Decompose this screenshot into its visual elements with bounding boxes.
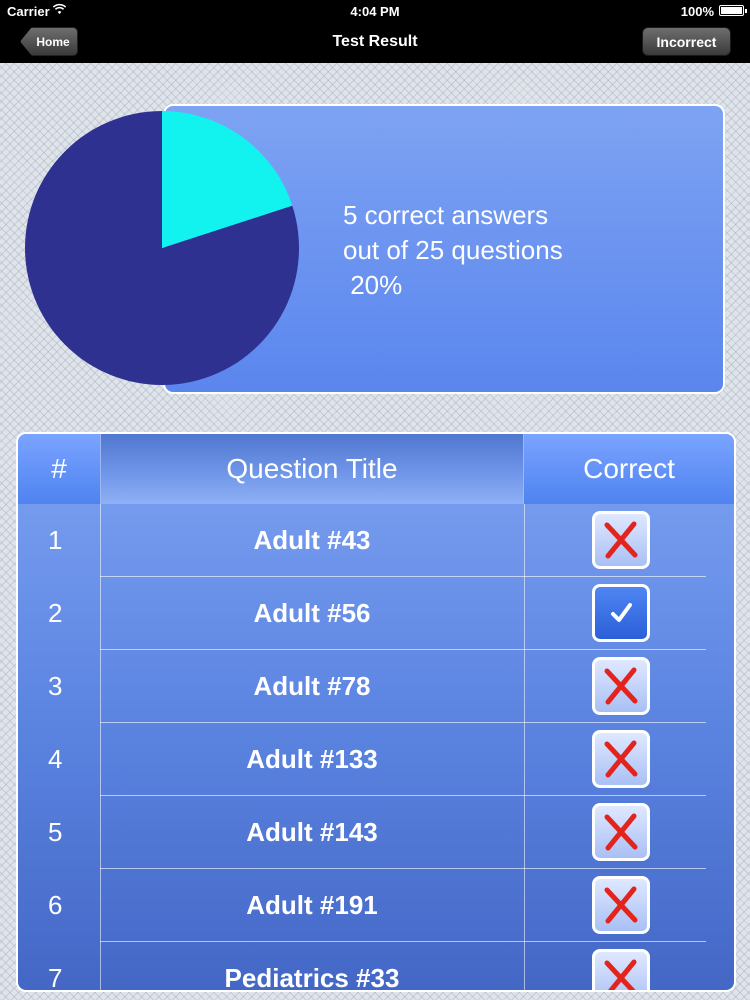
checkmark-icon	[592, 584, 650, 642]
battery-icon	[719, 5, 747, 16]
table-row[interactable]: 2 Adult #56	[18, 577, 734, 650]
score-pie-chart	[24, 111, 299, 385]
table-row[interactable]: 7 Pediatrics #33	[18, 942, 734, 992]
column-header-number: #	[51, 453, 67, 484]
x-mark-icon	[592, 876, 650, 934]
incorrect-button[interactable]: Incorrect	[642, 27, 731, 56]
row-number: 1	[48, 525, 63, 555]
row-number: 6	[48, 890, 63, 920]
summary-line-percent: 20%	[343, 270, 403, 300]
table-row[interactable]: 6 Adult #191	[18, 869, 734, 942]
row-number: 4	[48, 744, 63, 774]
table-row[interactable]: 3 Adult #78	[18, 650, 734, 723]
battery-percent: 100%	[680, 4, 714, 19]
row-number: 5	[48, 817, 63, 847]
row-number: 2	[48, 598, 63, 628]
question-title: Adult #43	[253, 525, 371, 555]
clock: 4:04 PM	[350, 4, 400, 19]
table-header: # Question Title Correct	[18, 434, 734, 504]
question-title: Pediatrics #33	[224, 963, 400, 992]
summary-line-total: out of 25 questions	[343, 235, 563, 265]
page-title: Test Result	[332, 33, 418, 50]
column-header-correct: Correct	[583, 453, 675, 484]
x-mark-icon	[592, 949, 650, 990]
summary-line-correct: 5 correct answers	[343, 200, 549, 230]
row-number: 7	[48, 963, 63, 992]
x-mark-icon	[592, 511, 650, 569]
x-mark-icon	[592, 657, 650, 715]
table-row[interactable]: 4 Adult #133	[18, 723, 734, 796]
column-header-question-title: Question Title	[100, 434, 524, 504]
question-title: Adult #78	[253, 671, 371, 701]
status-bar: Carrier 4:04 PM 100%	[0, 0, 750, 22]
question-title: Adult #143	[246, 817, 378, 847]
question-title: Adult #56	[253, 598, 371, 628]
question-title: Adult #191	[246, 890, 378, 920]
question-title: Adult #133	[246, 744, 378, 774]
results-table[interactable]: # Question Title Correct 1 Adult #43 2 A…	[16, 432, 736, 992]
result-summary-text: 5 correct answers out of 25 questions 20…	[343, 198, 563, 303]
x-mark-icon	[592, 803, 650, 861]
table-row[interactable]: 1 Adult #43	[18, 504, 734, 577]
row-number: 3	[48, 671, 63, 701]
navigation-bar: Home Test Result Incorrect	[0, 22, 750, 63]
table-row[interactable]: 5 Adult #143	[18, 796, 734, 869]
x-mark-icon	[592, 730, 650, 788]
